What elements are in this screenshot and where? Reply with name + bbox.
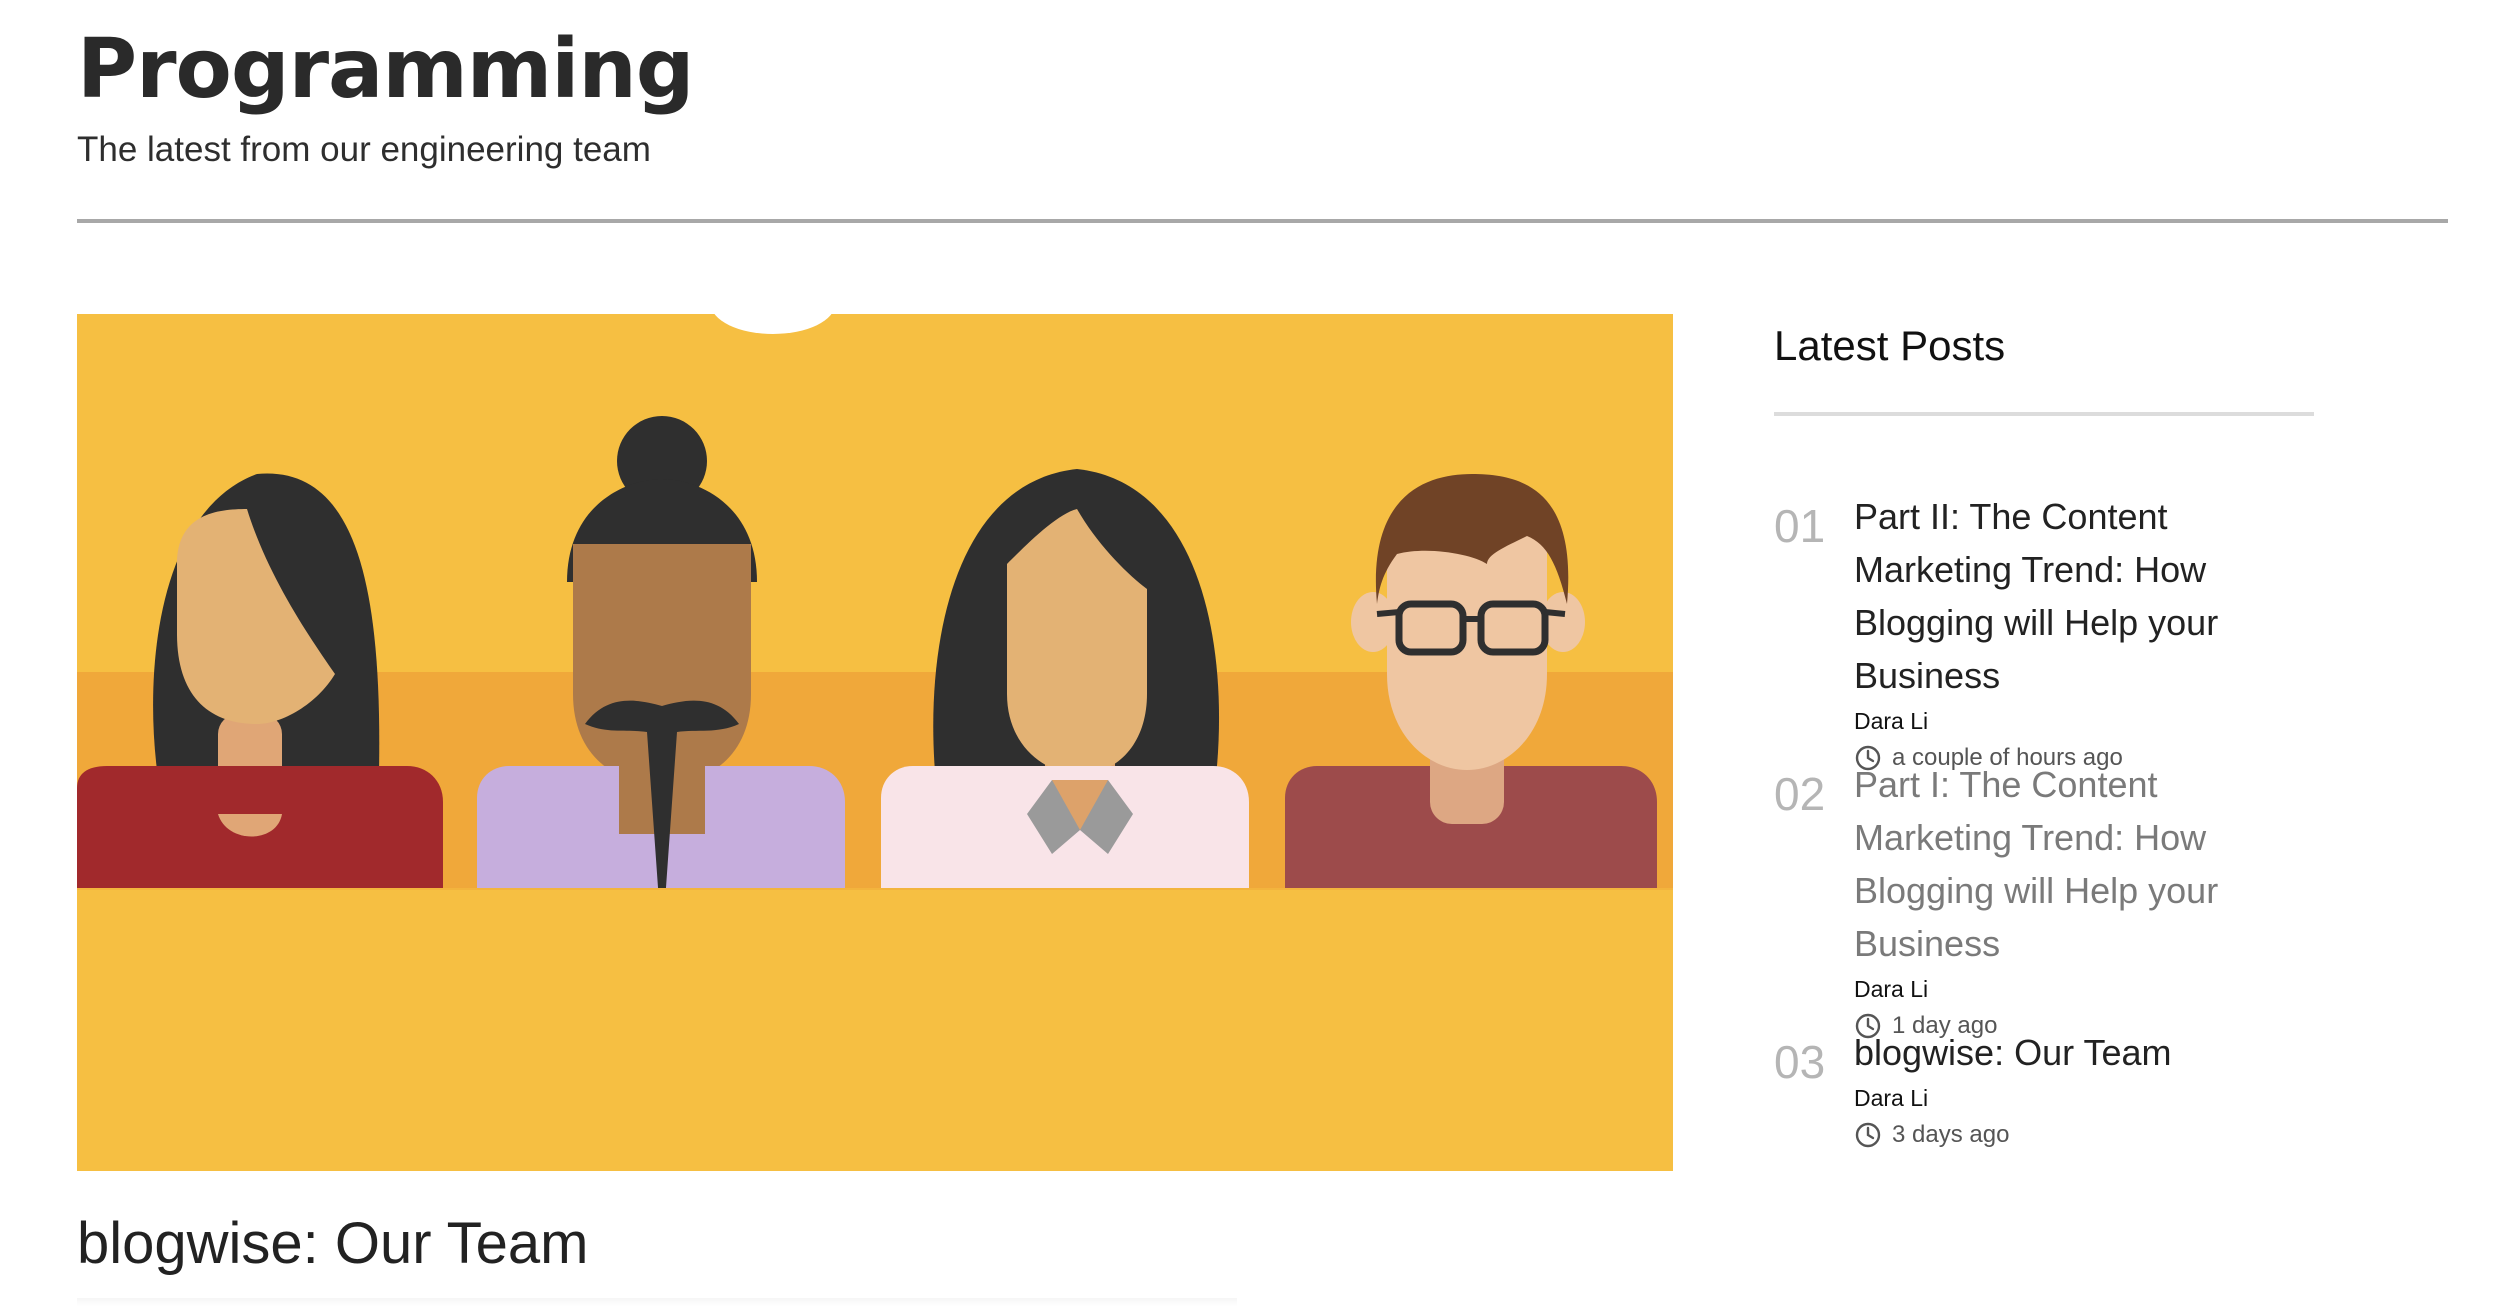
featured-post-title[interactable]: blogwise: Our Team [77, 1208, 589, 1280]
card-shadow [77, 1298, 1237, 1306]
featured-post-image-link[interactable] [77, 314, 1673, 1171]
post-author: Dara Li [1854, 976, 1929, 1002]
post-number: 03 [1774, 1036, 1826, 1088]
page-header: Programming The latest from our engineer… [77, 20, 2447, 172]
post-time-text: 3 days ago [1892, 1121, 2010, 1148]
page-subtitle: The latest from our engineering team [77, 130, 651, 169]
sidebar-title: Latest Posts [1774, 322, 2006, 369]
post-title-link[interactable]: Part I: The Content Marketing Trend: How… [1854, 758, 2316, 970]
post-time: 3 days ago [1854, 1119, 2316, 1151]
post-number: 01 [1774, 500, 1826, 552]
post-author: Dara Li [1854, 708, 1929, 734]
clock-icon [1855, 1122, 1881, 1148]
page-title: Programming [77, 22, 694, 117]
post-title-link[interactable]: blogwise: Our Team [1854, 1026, 2316, 1079]
latest-posts-sidebar: Latest Posts 01 Part II: The Content Mar… [1774, 314, 2314, 1148]
header-divider [77, 219, 2448, 223]
team-illustration [77, 314, 1673, 1171]
post-author: Dara Li [1854, 1085, 1929, 1111]
sidebar-divider [1774, 412, 2314, 416]
post-title-link[interactable]: Part II: The Content Marketing Trend: Ho… [1854, 490, 2316, 702]
post-number: 02 [1774, 768, 1826, 820]
